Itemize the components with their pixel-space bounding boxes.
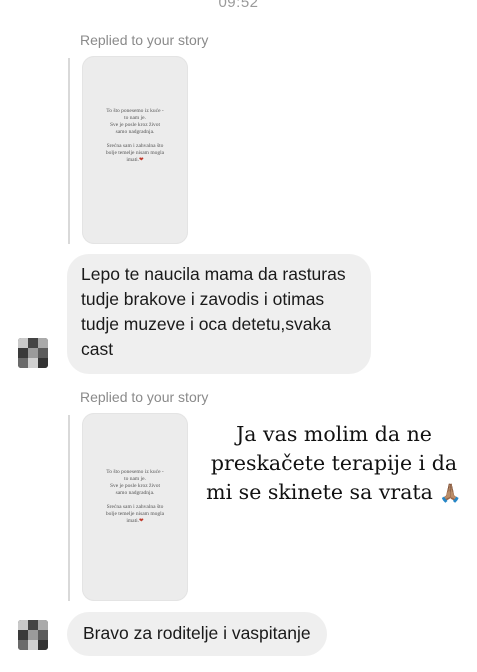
praying-hands-icon: 🙏🏽: [439, 483, 462, 504]
heart-icon: ❤: [139, 157, 144, 163]
replied-to-story-label: Replied to your story: [80, 389, 209, 405]
overlay-caption-text: Ja vas molim da ne preskačete terapije i…: [206, 422, 458, 504]
heart-icon: ❤: [139, 518, 144, 524]
story-preview-text: To što ponesemo iz kuće - to nam je. Sve…: [105, 108, 165, 163]
reply-quote-line: [68, 415, 70, 601]
overlay-caption: Ja vas molim da ne preskačete terapije i…: [196, 420, 472, 508]
story-preview-text: To što ponesemo iz kuće - to nam je. Sve…: [105, 469, 165, 524]
replied-to-story-label: Replied to your story: [80, 32, 209, 48]
story-preview[interactable]: To što ponesemo iz kuće - to nam je. Sve…: [82, 56, 188, 244]
message-bubble[interactable]: Lepo te naucila mama da rasturas tudje b…: [67, 254, 371, 374]
message-text: Bravo za roditelje i vaspitanje: [83, 623, 311, 643]
message-bubble[interactable]: Bravo za roditelje i vaspitanje: [67, 612, 327, 656]
sender-avatar[interactable]: [18, 338, 48, 368]
reply-quote-line: [68, 58, 70, 244]
story-preview[interactable]: To što ponesemo iz kuće - to nam je. Sve…: [82, 413, 188, 601]
status-time: 09:52: [218, 0, 259, 11]
message-text: Lepo te naucila mama da rasturas tudje b…: [81, 264, 346, 359]
sender-avatar[interactable]: [18, 620, 48, 650]
